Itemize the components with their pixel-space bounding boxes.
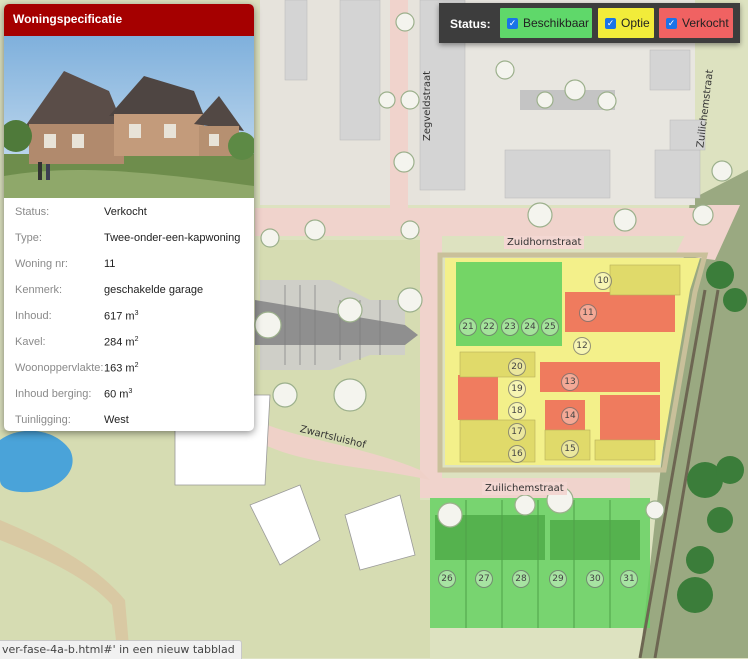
spec-label: Type: [15,232,42,244]
spec-value: 163 m2 [104,362,138,375]
spec-row-status: Status: Verkocht [4,206,254,232]
spec-label: Woning nr: [15,258,68,270]
spec-value: 617 m3 [104,310,138,323]
spec-value: 60 m3 [104,388,132,401]
spec-row-woonoppervlakte: Woonoppervlakte: 163 m2 [4,362,254,388]
spec-label: Status: [15,206,50,218]
browser-status-bar: ver-fase-4a-b.html#' in een nieuw tabbla… [0,640,242,659]
spec-label: Woonoppervlakte: [15,362,104,374]
checkbox-optie[interactable]: ✓ [605,17,616,29]
spec-row-kenmerk: Kenmerk: geschakelde garage [4,284,254,310]
spec-label: Tuinligging: [15,414,71,426]
street-label-zegveldstraat: Zegveldstraat [421,71,433,141]
lot-marker[interactable]: 20 [508,358,526,376]
street-label-zuidhornstraat: Zuidhornstraat [504,236,585,249]
lot-marker[interactable]: 28 [512,570,530,588]
lot-marker[interactable]: 19 [508,380,526,398]
status-legend: Status: ✓ Beschikbaar ✓ Optie ✓ Verkocht [439,3,740,43]
lot-marker[interactable]: 23 [501,318,519,336]
spec-value: Verkocht [104,206,147,218]
spec-value: 11 [104,258,116,270]
spec-row-inhoud: Inhoud: 617 m3 [4,310,254,336]
spec-value: geschakelde garage [104,284,204,296]
lot-marker[interactable]: 16 [508,445,526,463]
legend-title: Status: [450,17,491,31]
lot-marker[interactable]: 27 [475,570,493,588]
panel-title: Woningspecificatie [4,4,254,36]
spec-label: Kavel: [15,336,46,348]
lot-marker[interactable]: 24 [521,318,539,336]
lot-marker[interactable]: 29 [549,570,567,588]
lot-marker[interactable]: 11 [579,304,597,322]
lot-marker[interactable]: 25 [541,318,559,336]
unit-exponent: 2 [134,362,139,369]
lot-marker[interactable]: 30 [586,570,604,588]
checkbox-beschikbaar[interactable]: ✓ [507,17,518,29]
status-label-optie: Optie [621,16,650,30]
spec-value: Twee-onder-een-kapwoning [104,232,241,244]
lot-marker[interactable]: 13 [561,373,579,391]
lot-marker[interactable]: 22 [480,318,498,336]
status-filter-beschikbaar[interactable]: ✓ Beschikbaar [500,8,592,38]
spec-value-text: 617 m [104,310,135,323]
street-label-zuilichemstraat: Zuilichemstraat [482,482,567,495]
spec-label: Inhoud berging: [15,388,92,400]
spec-rows: Status: Verkocht Type: Twee-onder-een-ka… [4,206,254,431]
lot-marker[interactable]: 17 [508,423,526,441]
lot-marker[interactable]: 15 [561,440,579,458]
lot-marker[interactable]: 26 [438,570,456,588]
status-label-verkocht: Verkocht [682,16,729,30]
spec-value-text: 60 m [104,388,129,401]
status-filter-verkocht[interactable]: ✓ Verkocht [659,8,733,38]
spec-value-text: 163 m [104,362,135,375]
status-label-beschikbaar: Beschikbaar [523,16,590,30]
lot-marker[interactable]: 21 [459,318,477,336]
spec-label: Inhoud: [15,310,52,322]
spec-row-kavel: Kavel: 284 m2 [4,336,254,362]
lot-marker[interactable]: 14 [561,407,579,425]
status-filter-optie[interactable]: ✓ Optie [598,8,654,38]
unit-exponent: 2 [134,336,139,343]
spec-row-inhoud-berging: Inhoud berging: 60 m3 [4,388,254,414]
unit-exponent: 3 [128,388,133,395]
spec-row-type: Type: Twee-onder-een-kapwoning [4,232,254,258]
spec-value-text: 284 m [104,336,135,349]
lot-marker[interactable]: 12 [573,337,591,355]
lot-marker[interactable]: 10 [594,272,612,290]
spec-row-tuinligging: Tuinligging: West [4,414,254,431]
lot-marker[interactable]: 31 [620,570,638,588]
lot-marker[interactable]: 18 [508,402,526,420]
spec-value: West [104,414,129,426]
unit-exponent: 3 [134,310,139,317]
woningspecificatie-panel: Woningspecificatie Status: Verkocht Type… [4,4,254,431]
spec-label: Kenmerk: [15,284,63,296]
checkbox-verkocht[interactable]: ✓ [666,17,677,29]
spec-row-woning-nr: Woning nr: 11 [4,258,254,284]
house-photo [4,36,254,198]
spec-value: 284 m2 [104,336,138,349]
